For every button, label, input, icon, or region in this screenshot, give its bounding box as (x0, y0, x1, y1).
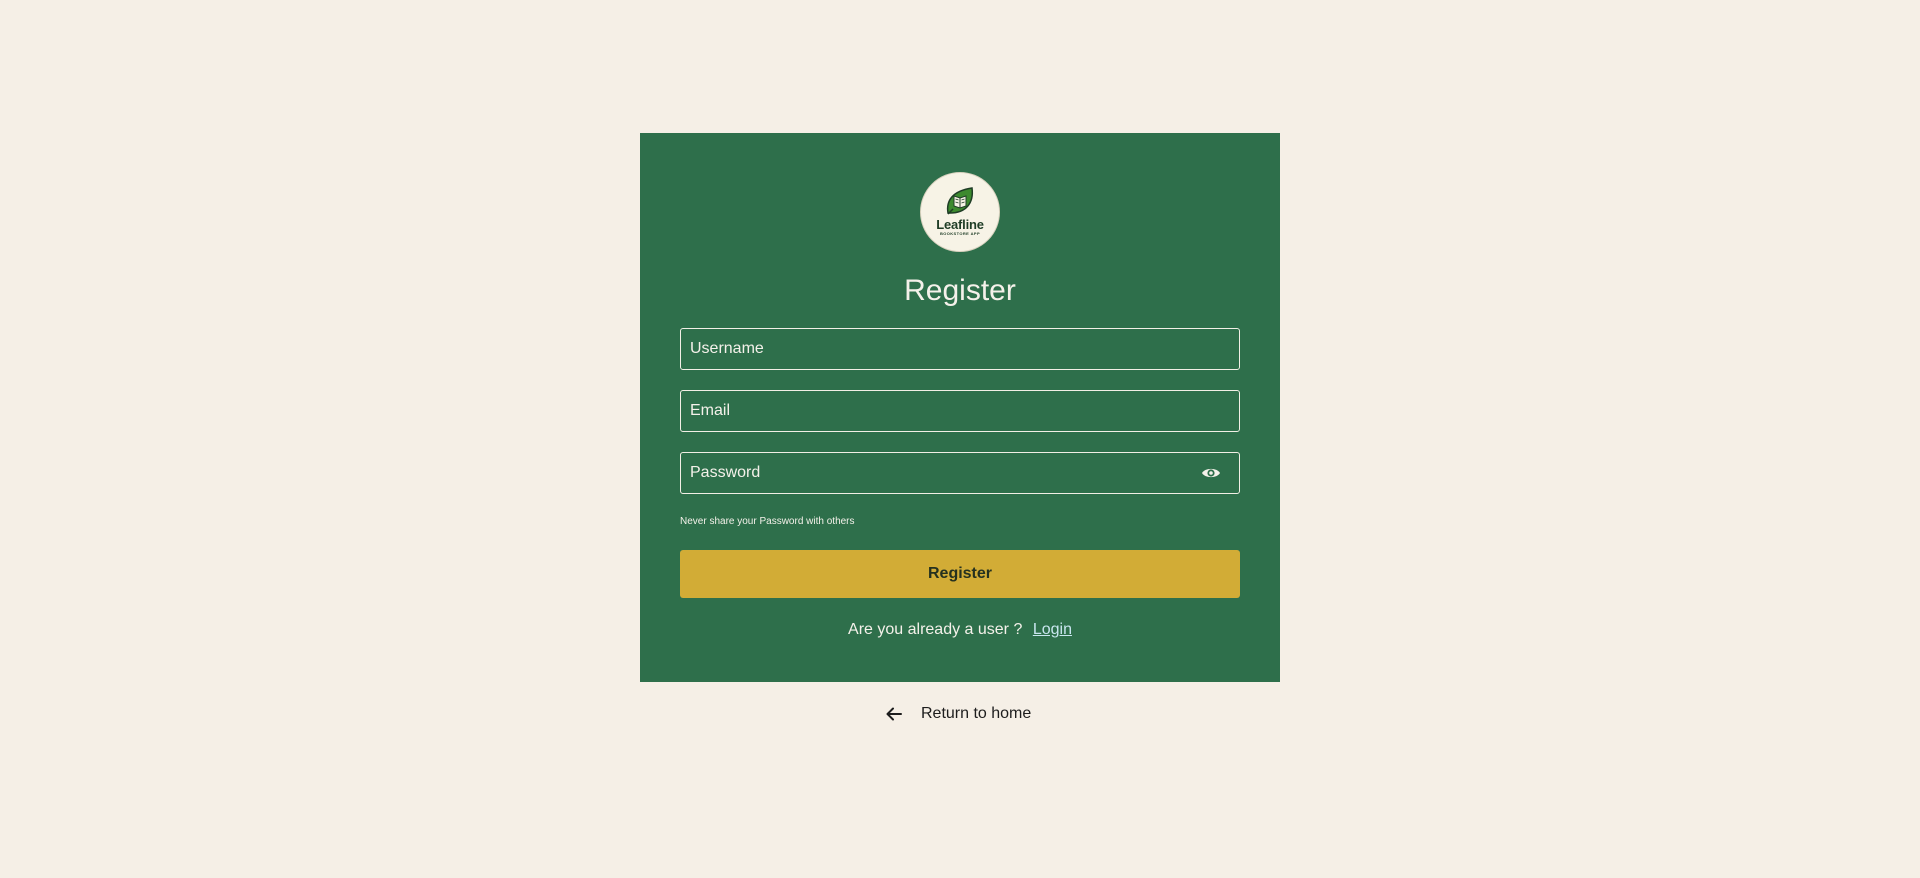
login-prompt-line: Are you already a user ? Login (640, 620, 1280, 640)
page-title: Register (904, 274, 1016, 307)
brand-name: Leafline (936, 217, 984, 232)
leaf-book-icon (946, 187, 974, 215)
username-field (680, 328, 1240, 370)
register-card: Leafline BOOKSTORE APP Register Never sh… (640, 133, 1280, 682)
eye-icon[interactable] (1201, 465, 1221, 481)
email-input[interactable] (681, 391, 1239, 431)
arrow-left-icon (886, 707, 902, 721)
login-link[interactable]: Login (1033, 621, 1072, 638)
password-input[interactable] (681, 453, 1239, 493)
email-field (680, 390, 1240, 432)
brand-tagline: BOOKSTORE APP (939, 231, 981, 236)
password-field (680, 452, 1240, 494)
password-hint: Never share your Password with others (680, 516, 855, 527)
register-button[interactable]: Register (680, 550, 1240, 598)
brand-logo: Leafline BOOKSTORE APP (920, 172, 1000, 252)
username-input[interactable] (681, 329, 1239, 369)
return-home-label: Return to home (921, 705, 1032, 722)
login-prompt-text: Are you already a user ? (848, 621, 1023, 638)
return-home-link[interactable]: Return to home (886, 703, 1031, 725)
